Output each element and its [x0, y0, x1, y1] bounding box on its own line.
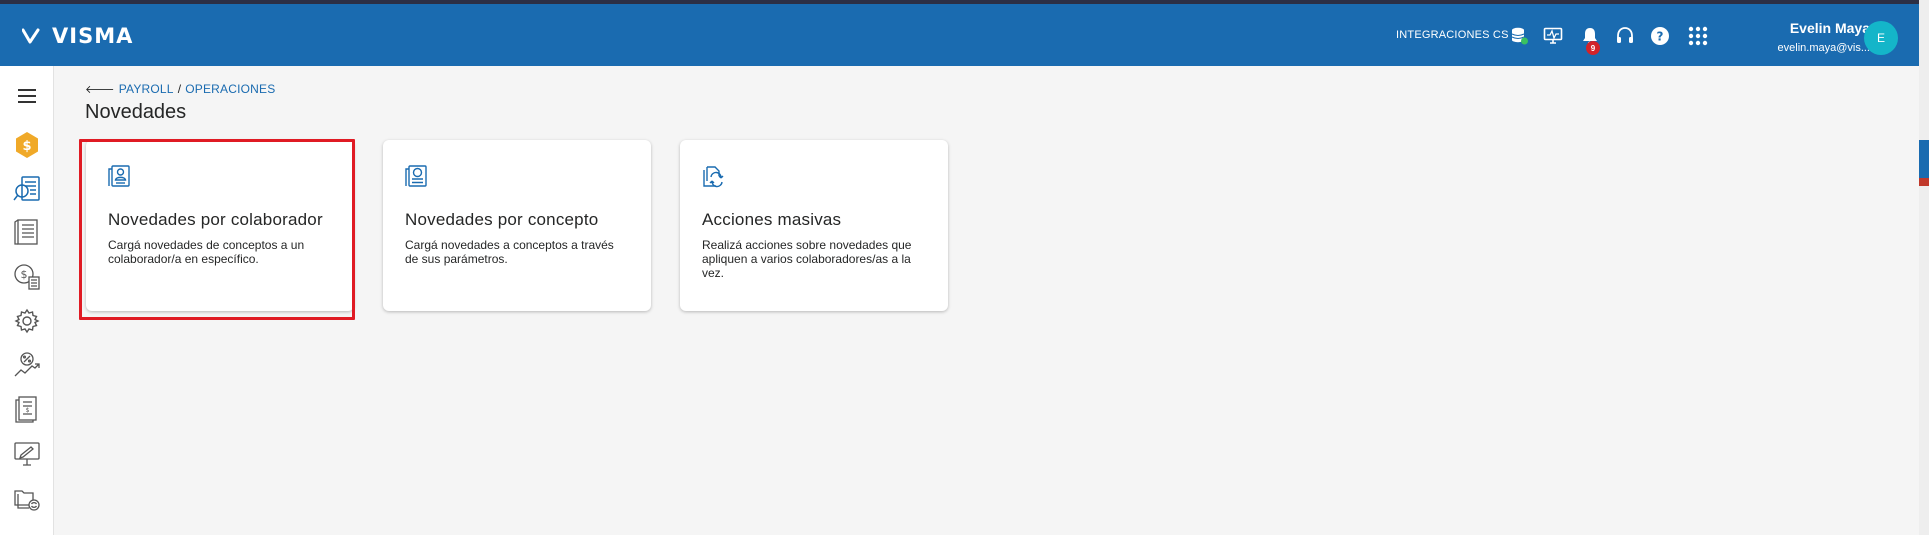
computer-sign-icon[interactable]: [11, 438, 43, 470]
payroll-coin-icon[interactable]: $: [11, 129, 43, 161]
monitor-icon[interactable]: [1541, 24, 1565, 48]
notification-badge: 9: [1586, 41, 1600, 55]
svg-text:$: $: [22, 139, 31, 154]
card-description: Cargá novedades a conceptos a través de …: [405, 238, 614, 266]
card-title: Novedades por concepto: [405, 210, 599, 229]
help-icon[interactable]: ?: [1648, 24, 1672, 48]
svg-text:?: ?: [1657, 30, 1664, 44]
reports-icon[interactable]: [11, 173, 43, 205]
apps-grid-icon[interactable]: [1686, 24, 1710, 48]
page-title: Novedades: [85, 101, 187, 123]
concept-document-icon: [405, 165, 427, 187]
menu-icon[interactable]: [11, 80, 43, 112]
user-email: evelin.maya@vis...: [1777, 42, 1870, 54]
selection-highlight: [79, 139, 355, 320]
percentage-growth-icon[interactable]: [11, 349, 43, 381]
bulk-actions-icon: [703, 166, 724, 188]
folders-sync-icon[interactable]: [11, 483, 43, 515]
breadcrumb-payroll[interactable]: PAYROLL: [119, 82, 174, 96]
back-arrow-icon[interactable]: 🡐: [85, 82, 115, 96]
database-status-icon[interactable]: [1507, 24, 1531, 48]
integrations-link[interactable]: INTEGRACIONES CS: [1396, 29, 1509, 41]
breadcrumb-separator: /: [177, 82, 182, 96]
card-novedades-por-concepto[interactable]: Novedades por concepto Cargá novedades a…: [383, 140, 651, 311]
svg-text:$: $: [26, 407, 30, 414]
app-header: VISMA INTEGRACIONES CS 9 ? Evelin Maya e…: [0, 4, 1919, 66]
avatar[interactable]: E: [1864, 21, 1898, 55]
breadcrumb-operaciones[interactable]: OPERACIONES: [185, 82, 275, 96]
settings-icon[interactable]: [11, 305, 43, 337]
visma-logo[interactable]: VISMA: [22, 24, 133, 48]
logo-text: VISMA: [52, 24, 134, 48]
user-name[interactable]: Evelin Maya: [1760, 20, 1870, 36]
card-title: Acciones masivas: [702, 210, 842, 229]
card-description: Realizá acciones sobre novedades que apl…: [702, 238, 912, 280]
payslip-icon[interactable]: $: [11, 393, 43, 425]
sidebar: $ $ $: [0, 66, 54, 535]
right-edge-panel: [1919, 0, 1929, 535]
svg-text:$: $: [21, 268, 28, 281]
edge-marker: [1919, 178, 1929, 186]
card-acciones-masivas[interactable]: Acciones masivas Realizá acciones sobre …: [680, 140, 948, 311]
breadcrumb: 🡐 PAYROLL / OPERACIONES: [85, 82, 275, 96]
document-list-icon[interactable]: [11, 216, 43, 248]
money-calculator-icon[interactable]: $: [11, 260, 43, 292]
headset-icon[interactable]: [1613, 24, 1637, 48]
visma-mark-icon: [22, 28, 40, 44]
